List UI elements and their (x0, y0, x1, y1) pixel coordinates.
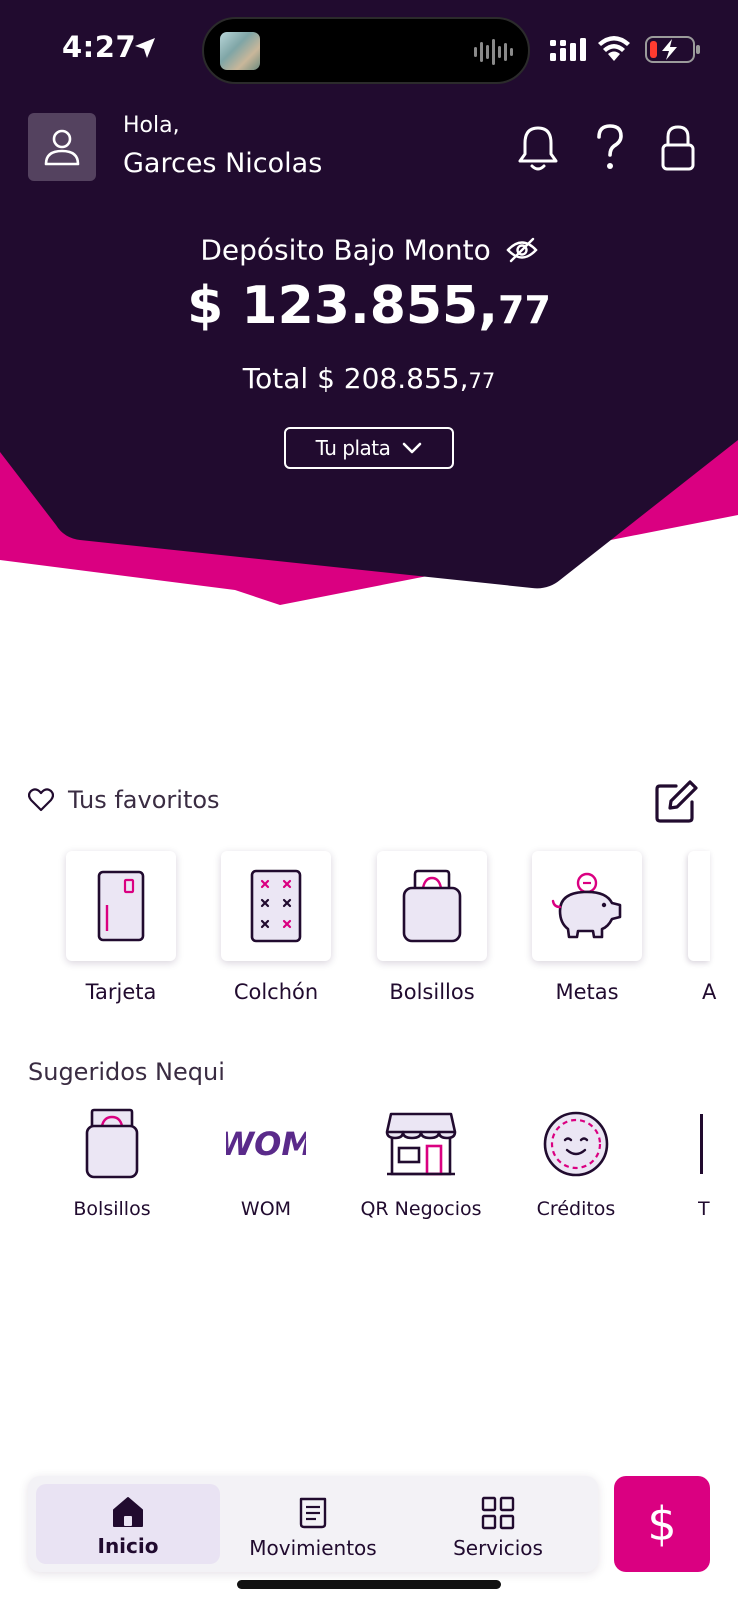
total-balance: Total $ 208.855,77 (0, 362, 738, 395)
suggested-item-creditos[interactable] (536, 1106, 616, 1182)
balance-main: $ 123.855, (187, 276, 498, 336)
location-arrow-icon (135, 38, 155, 58)
favorite-card-partial[interactable] (688, 851, 710, 961)
edit-icon[interactable] (654, 780, 698, 824)
suggested-label: T (698, 1198, 710, 1220)
dynamic-island (202, 17, 530, 84)
status-bar: 4:27 (0, 0, 738, 96)
favorite-label: Colchón (233, 980, 319, 1004)
greeting: Hola, (123, 113, 180, 138)
now-playing-thumbnail (220, 32, 260, 70)
eye-off-icon[interactable] (505, 237, 538, 263)
pay-button[interactable]: $ (614, 1476, 710, 1572)
balance-amount: $ 123.855,77 (0, 276, 738, 336)
favorites-title: Tus favoritos (68, 786, 220, 814)
balance-cents: 77 (498, 288, 551, 332)
balance-label: Depósito Bajo Monto (200, 233, 491, 267)
nav-label: Inicio (97, 1534, 159, 1558)
bell-icon[interactable] (516, 124, 560, 172)
suggested-label: WOM (240, 1198, 292, 1220)
battery-charging-icon (645, 36, 700, 63)
favorite-card-colchon[interactable] (221, 851, 331, 961)
help-icon[interactable] (590, 122, 630, 172)
wifi-icon (598, 36, 630, 61)
heart-icon (28, 788, 54, 812)
favorite-card-tarjeta[interactable] (66, 851, 176, 961)
nav-label: Servicios (453, 1536, 543, 1560)
favorite-label: Metas (555, 980, 619, 1004)
suggested-item-bolsillos[interactable] (72, 1106, 152, 1182)
suggested-label: QR Negocios (360, 1198, 482, 1220)
receipt-icon (299, 1497, 327, 1529)
total-cents: 77 (468, 369, 496, 393)
mattress-icon (250, 869, 302, 943)
balance-label-row: Depósito Bajo Monto (0, 232, 738, 267)
favorite-card-metas[interactable] (532, 851, 642, 961)
piggy-bank-icon (551, 872, 622, 939)
suggested-title: Sugeridos Nequi (28, 1058, 225, 1086)
status-time: 4:27 (62, 30, 137, 64)
pocket-icon (85, 1108, 139, 1179)
favorite-card-bolsillos[interactable] (377, 851, 487, 961)
grid-icon (481, 1496, 515, 1530)
suggested-item-qr-negocios[interactable] (381, 1106, 461, 1182)
dollar-icon: $ (647, 1497, 677, 1551)
lock-icon[interactable] (660, 124, 696, 172)
card-icon (97, 870, 145, 942)
partial-icon-edge (700, 1114, 703, 1174)
audio-wave-icon (474, 39, 513, 65)
total-main: Total $ 208.855, (242, 362, 469, 395)
nav-servicios[interactable]: Servicios (406, 1484, 590, 1564)
store-icon (385, 1112, 457, 1176)
suggested-item-wom[interactable]: WOM (226, 1106, 306, 1182)
suggested-label: Créditos (536, 1198, 616, 1220)
pocket-icon (402, 869, 462, 943)
chevron-down-icon (403, 442, 422, 454)
favorite-label: Bolsillos (389, 980, 475, 1004)
user-icon (44, 129, 80, 166)
nav-label: Movimientos (249, 1536, 377, 1560)
user-name: Garces Nicolas (123, 148, 323, 179)
suggested-item-partial[interactable] (700, 1106, 710, 1182)
tu-plata-label: Tu plata (315, 436, 391, 460)
tu-plata-dropdown[interactable]: Tu plata (284, 427, 454, 469)
bottom-navigation: Inicio Movimientos Servicios (28, 1476, 598, 1572)
svg-text:WOM: WOM (226, 1125, 306, 1163)
cellular-signal-icon (550, 38, 586, 61)
wom-logo: WOM (226, 1125, 306, 1163)
home-icon (113, 1497, 143, 1527)
suggested-label: Bolsillos (73, 1198, 151, 1220)
nav-movimientos[interactable]: Movimientos (221, 1484, 405, 1564)
profile-button[interactable] (28, 113, 96, 181)
favorite-label: Tarjeta (85, 980, 157, 1004)
favorite-label: A (702, 980, 717, 1004)
nav-inicio[interactable]: Inicio (36, 1484, 220, 1564)
home-indicator[interactable] (237, 1580, 501, 1589)
smiley-coin-icon (543, 1111, 609, 1177)
